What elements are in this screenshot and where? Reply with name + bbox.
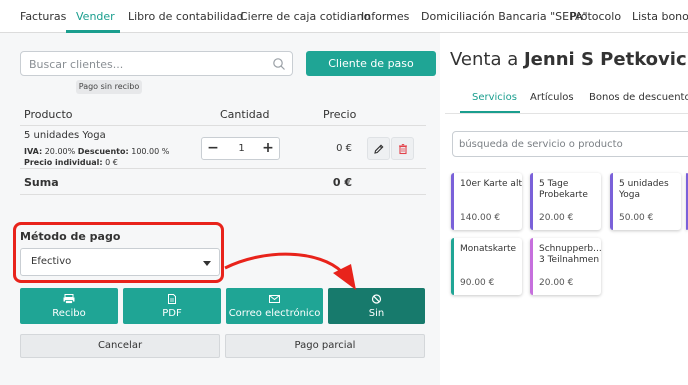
cancel-button[interactable]: Cancelar [20, 334, 220, 358]
table-divider [20, 194, 426, 195]
service-card[interactable]: 10er Karte alt 140.00 € [451, 173, 522, 230]
tab-vender[interactable]: Vender [76, 0, 115, 33]
email-button[interactable]: Correo electrónico [226, 288, 323, 324]
walk-in-customer-button[interactable]: Cliente de paso [306, 51, 436, 76]
service-card[interactable]: Monatskarte 90.00 € [451, 238, 522, 295]
sum-label: Suma [24, 176, 59, 189]
line-price: 0 € [336, 143, 352, 154]
service-card[interactable]: 5 unidades Yoga 50.00 € [610, 173, 681, 230]
table-divider [20, 125, 426, 126]
tab-cierre-de-caja[interactable]: Cierre de caja cotidiano [240, 0, 370, 33]
customer-search[interactable] [20, 51, 293, 76]
sale-panel [0, 33, 440, 385]
pencil-icon [374, 144, 384, 154]
product-name: 5 unidades Yoga [24, 130, 106, 141]
service-search[interactable] [452, 131, 688, 157]
quantity-value[interactable]: 1 [224, 138, 259, 159]
active-tab-indicator [460, 111, 520, 113]
tab-servicios[interactable]: Servicios [472, 92, 517, 103]
partial-payment-button[interactable]: Pago parcial [225, 334, 425, 358]
envelope-icon [269, 295, 280, 303]
tab-protocolo[interactable]: Protocolo [570, 0, 621, 33]
file-icon [168, 294, 176, 304]
trash-icon [399, 144, 407, 155]
table-divider [20, 168, 426, 169]
increase-quantity-button[interactable]: + [257, 138, 279, 159]
pdf-button[interactable]: PDF [123, 288, 221, 324]
tab-articulos[interactable]: Artículos [530, 92, 574, 103]
column-header-product: Producto [24, 108, 73, 121]
service-card[interactable]: 5 Tage Probekarte 20.00 € [530, 173, 601, 230]
quantity-stepper[interactable]: − 1 + [201, 137, 280, 160]
print-icon [63, 294, 75, 304]
tooltip: Pago sin recibo [76, 80, 142, 94]
tab-bar-line [445, 113, 688, 114]
tab-lista-bonos[interactable]: Lista bonos d [632, 0, 688, 33]
sum-value: 0 € [332, 176, 352, 189]
customer-search-input[interactable] [29, 56, 269, 72]
ban-icon [371, 294, 382, 304]
tab-facturas[interactable]: Facturas [20, 0, 66, 33]
column-header-quantity: Cantidad [220, 108, 270, 121]
annotation-highlight-box [13, 222, 224, 283]
no-receipt-button[interactable]: Sin [328, 288, 425, 324]
service-search-input[interactable] [459, 136, 684, 153]
top-navigation: Facturas Vender Libro de contabilidad Ci… [0, 0, 688, 33]
tab-libro-de-contabilidad[interactable]: Libro de contabilidad [128, 0, 244, 33]
decrease-quantity-button[interactable]: − [202, 138, 224, 159]
tab-bonos-de-descuento[interactable]: Bonos de descuento [589, 92, 688, 103]
tab-informes[interactable]: Informes [361, 0, 409, 33]
sale-title: Venta a Jenni S Petkovic [450, 49, 687, 70]
delete-line-button[interactable] [391, 137, 414, 160]
column-header-price: Precio [323, 108, 357, 121]
product-detail: IVA: 20.00% Descuento: 100.00 % Precio i… [24, 147, 170, 167]
search-icon [273, 58, 285, 70]
tab-domiciliacion-sepa[interactable]: Domiciliación Bancaria "SEPA" [421, 0, 588, 33]
receipt-button[interactable]: Recibo [20, 288, 118, 324]
service-card[interactable]: Schnupperb... 3 Teilnahmen 20.00 € [530, 238, 602, 295]
edit-line-button[interactable] [367, 137, 390, 160]
